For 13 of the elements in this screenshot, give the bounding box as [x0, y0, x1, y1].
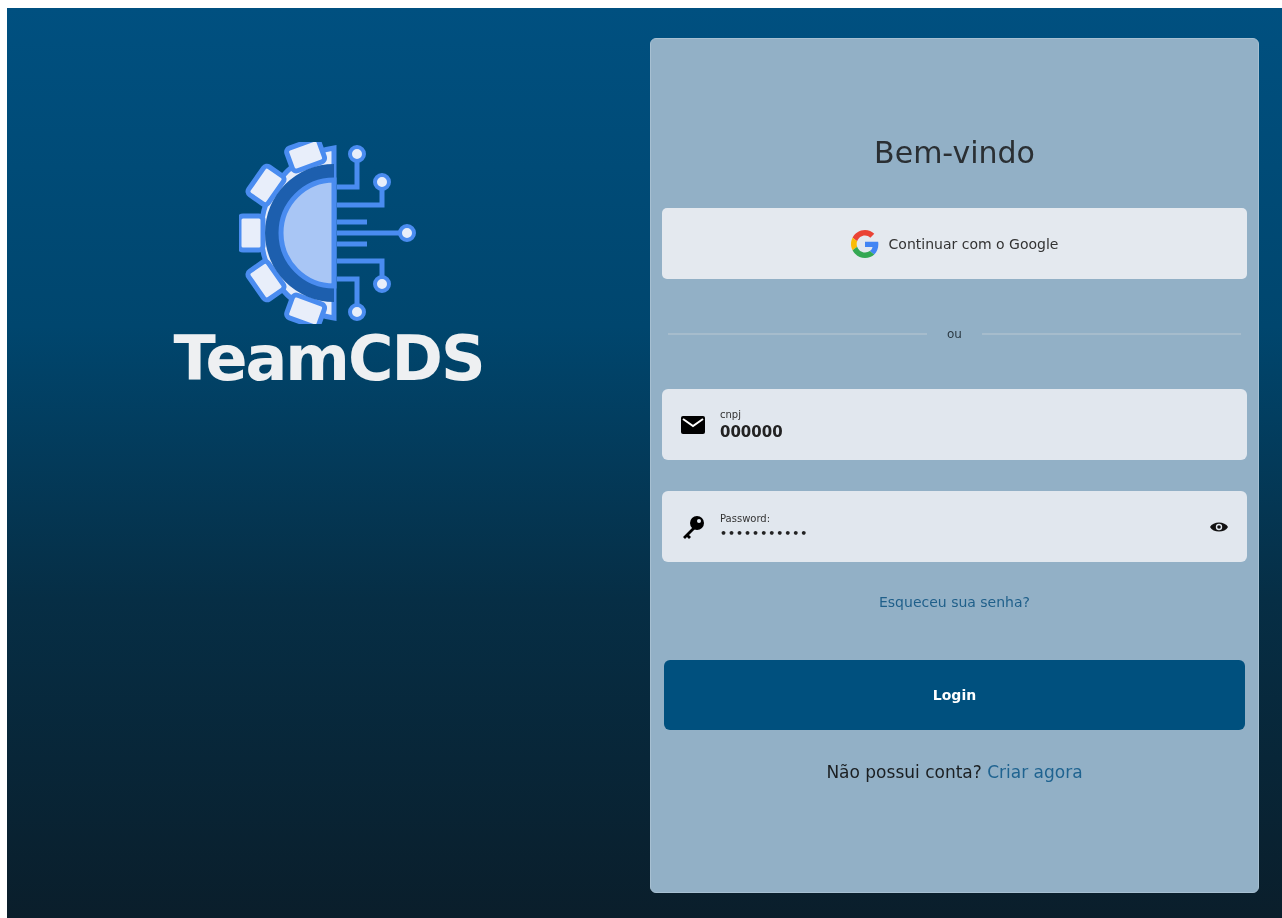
signup-prompt: Não possui conta? Criar agora	[826, 762, 1083, 782]
brand-name: TeamCDS	[173, 328, 484, 390]
password-field[interactable]: Password: •••••••••••	[662, 491, 1247, 562]
field-label: Password:	[720, 513, 772, 524]
separator-label: ou	[947, 327, 962, 341]
login-button[interactable]: Login	[664, 660, 1245, 730]
google-signin-button[interactable]: Continuar com o Google	[662, 208, 1247, 279]
field-label: cnpj	[720, 408, 742, 420]
cnpj-field[interactable]: cnpj 000000	[662, 389, 1247, 460]
field-value[interactable]: 000000	[720, 422, 1229, 441]
field-value[interactable]: •••••••••••	[720, 527, 1195, 540]
google-g-icon	[850, 229, 879, 258]
welcome-title: Bem-vindo	[874, 135, 1035, 170]
